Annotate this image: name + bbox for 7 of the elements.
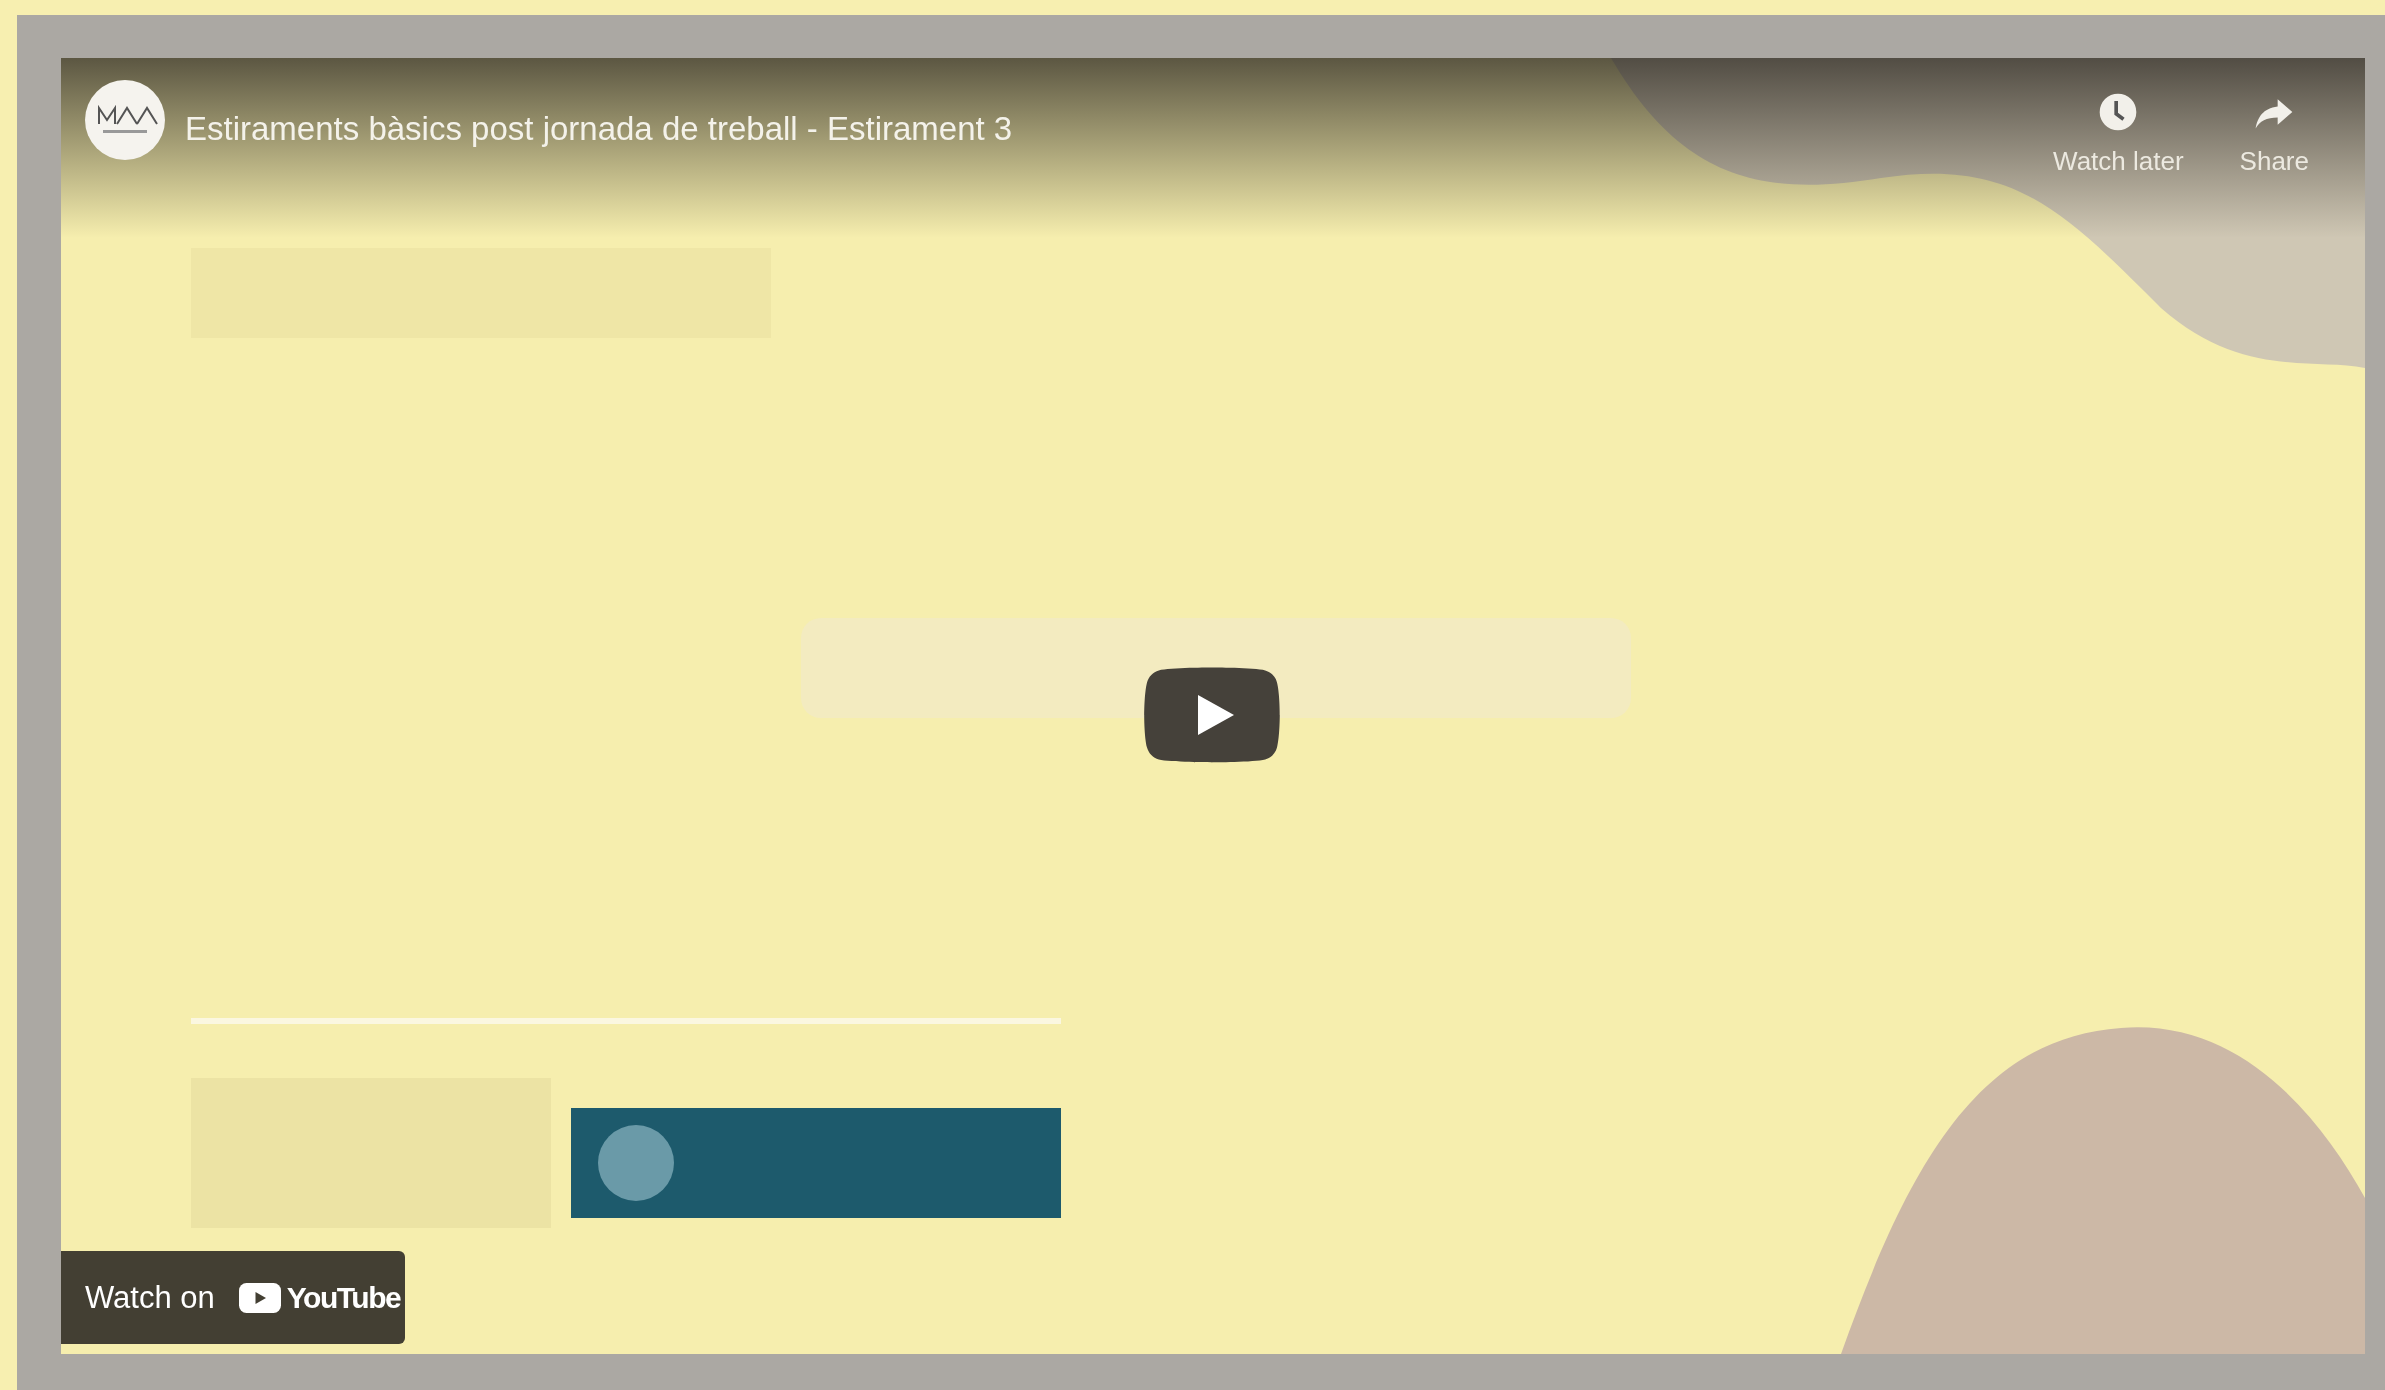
watch-on-youtube-button[interactable]: Watch on YouTube xyxy=(61,1251,405,1344)
video-title[interactable]: Estiraments bàsics post jornada de treball - Estirament 3 xyxy=(185,110,2054,148)
watch-later-button[interactable]: Watch later xyxy=(2053,90,2184,177)
channel-avatar-icon[interactable] xyxy=(85,80,165,160)
play-button[interactable] xyxy=(1144,667,1280,763)
share-button[interactable]: Share xyxy=(2239,90,2309,177)
play-logo-icon xyxy=(238,1282,281,1313)
